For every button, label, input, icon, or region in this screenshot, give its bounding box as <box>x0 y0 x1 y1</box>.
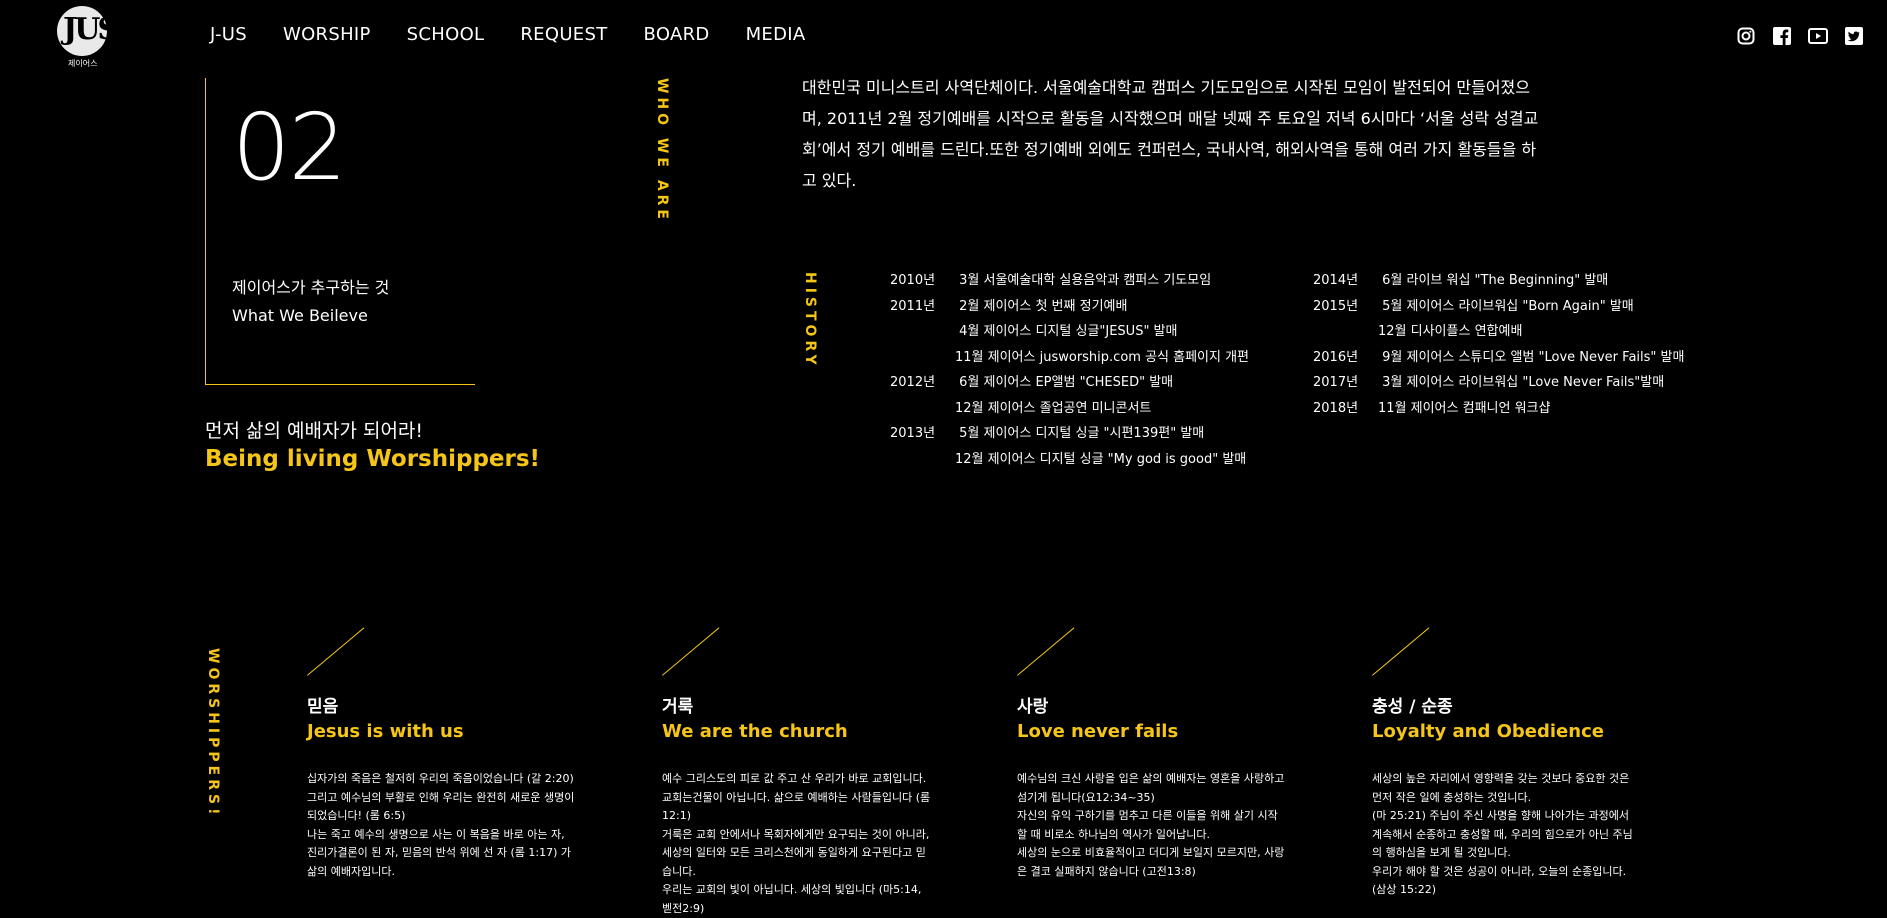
history-year <box>890 396 955 422</box>
pursue-title-en: What We Beileve <box>232 306 368 325</box>
history-event: 6월 라이브 워십 "The Beginning" 발매 <box>1378 273 1609 288</box>
logo-mark: JUS <box>63 12 119 47</box>
history-event: 12월 디사이플스 연합예배 <box>1378 324 1523 339</box>
value-card-loyalty: 충성 / 순종 Loyalty and Obedience 세상의 높은 자리에… <box>1372 628 1642 900</box>
history-event: 11월 제이어스 컴패니언 워크샵 <box>1378 400 1551 416</box>
history-year: 2010년 <box>890 273 936 288</box>
nav-item-school[interactable]: SCHOOL <box>407 24 485 45</box>
slogan-en: Being living Worshippers! <box>205 446 541 472</box>
who-we-are-label: WHO WE ARE <box>654 78 670 223</box>
history-event: 5월 제이어스 디지털 싱글 "시편139편" 발매 <box>955 426 1205 441</box>
slash-decoration <box>307 628 363 676</box>
value-card-holiness: 거룩 We are the church 예수 그리스도의 피로 값 주고 산 … <box>662 628 932 918</box>
history-event: 11월 제이어스 jusworship.com 공식 홈페이지 개편 <box>955 349 1250 365</box>
history-row: 2014년 6월 라이브 워십 "The Beginning" 발매 <box>1313 268 1684 294</box>
value-body: 예수님의 크신 사랑을 입은 삶의 예배자는 영혼을 사랑하고 섬기게 됩니다(… <box>1017 772 1285 878</box>
history-year: 2013년 <box>890 426 936 441</box>
history-event: 6월 제이어스 EP앨범 "CHESED" 발매 <box>955 375 1174 390</box>
value-title-en: Jesus is with us <box>307 721 464 742</box>
instagram-icon[interactable] <box>1735 25 1757 47</box>
history-row: 2010년 3월 서울예술대학 실용음악과 캠퍼스 기도모임 <box>890 268 1249 294</box>
history-year: 2011년 <box>890 298 936 314</box>
history-year <box>1313 319 1378 345</box>
main-nav: J-US WORSHIP SCHOOL REQUEST BOARD MEDIA <box>210 24 841 45</box>
history-year: 2012년 <box>890 375 936 390</box>
history-row: 2018년 11월 제이어스 컴패니언 워크샵 <box>1313 396 1684 422</box>
history-event: 12월 제이어스 디지털 싱글 "My god is good" 발매 <box>955 451 1247 467</box>
history-list-left: 2010년 3월 서울예술대학 실용음악과 캠퍼스 기도모임 2011년 2월 … <box>890 268 1249 472</box>
history-event: 9월 제이어스 스튜디오 앨범 "Love Never Fails" 발매 <box>1378 349 1685 365</box>
nav-item-media[interactable]: MEDIA <box>746 24 806 45</box>
history-list-right: 2014년 6월 라이브 워십 "The Beginning" 발매 2015년… <box>1313 268 1684 421</box>
nav-item-request[interactable]: REQUEST <box>520 24 607 45</box>
history-row: 11월 제이어스 jusworship.com 공식 홈페이지 개편 <box>890 345 1249 371</box>
section-number: 02 <box>232 94 347 201</box>
logo[interactable]: JUS 제이어스 <box>55 6 119 68</box>
value-card-faith: 믿음 Jesus is with us 십자가의 죽음은 철저히 우리의 죽음이… <box>307 628 577 881</box>
social-links <box>1735 25 1865 47</box>
history-event: 5월 제이어스 라이브워십 "Born Again" 발매 <box>1378 298 1634 314</box>
history-event: 4월 제이어스 디지털 싱글"JESUS" 발매 <box>955 324 1178 339</box>
history-row: 2011년 2월 제이어스 첫 번째 정기예배 <box>890 294 1249 320</box>
history-year <box>890 447 955 473</box>
history-label: HISTORY <box>802 272 818 369</box>
history-row: 12월 제이어스 졸업공연 미니콘서트 <box>890 396 1249 422</box>
history-row: 4월 제이어스 디지털 싱글"JESUS" 발매 <box>890 319 1249 345</box>
slash-decoration <box>1372 628 1428 676</box>
value-title-ko: 충성 / 순종 <box>1372 697 1453 717</box>
slogan-ko: 먼저 삶의 예배자가 되어라! <box>205 420 424 442</box>
history-year <box>890 319 955 345</box>
slash-decoration <box>662 628 718 676</box>
history-event: 12월 제이어스 졸업공연 미니콘서트 <box>955 400 1152 416</box>
pursue-title-ko: 제이어스가 추구하는 것 <box>232 278 390 297</box>
history-row: 2012년 6월 제이어스 EP앨범 "CHESED" 발매 <box>890 370 1249 396</box>
history-year: 2015년 <box>1313 298 1359 314</box>
value-card-love: 사랑 Love never fails 예수님의 크신 사랑을 입은 삶의 예배… <box>1017 628 1287 881</box>
twitter-icon[interactable] <box>1843 25 1865 47</box>
value-body: 십자가의 죽음은 철저히 우리의 죽음이었습니다 (갈 2:20) 그리고 예수… <box>307 772 575 878</box>
value-title-ko: 믿음 <box>307 697 339 717</box>
slash-decoration <box>1017 628 1073 676</box>
value-title-ko: 사랑 <box>1017 697 1049 717</box>
history-event: 3월 제이어스 라이브워십 "Love Never Fails"발매 <box>1378 375 1665 390</box>
logo-subtitle: 제이어스 <box>68 59 98 68</box>
value-body: 세상의 높은 자리에서 영향력을 갖는 것보다 중요한 것은 먼저 작은 일에 … <box>1372 772 1633 896</box>
nav-item-board[interactable]: BOARD <box>644 24 710 45</box>
facebook-icon[interactable] <box>1771 25 1793 47</box>
about-text: 대한민국 미니스트리 사역단체이다. 서울예술대학교 캠퍼스 기도모임으로 시작… <box>802 78 1539 190</box>
nav-item-worship[interactable]: WORSHIP <box>283 24 371 45</box>
history-event: 3월 서울예술대학 실용음악과 캠퍼스 기도모임 <box>955 273 1212 288</box>
nav-item-jus[interactable]: J-US <box>210 24 247 45</box>
value-title-ko: 거룩 <box>662 697 694 717</box>
history-row: 12월 디사이플스 연합예배 <box>1313 319 1684 345</box>
history-year: 2014년 <box>1313 273 1359 288</box>
value-title-en: Love never fails <box>1017 721 1179 742</box>
history-row: 2013년 5월 제이어스 디지털 싱글 "시편139편" 발매 <box>890 421 1249 447</box>
value-title-en: We are the church <box>662 721 848 742</box>
value-title-en: Loyalty and Obedience <box>1372 721 1604 742</box>
worshippers-label: WORSHIPPERS! <box>205 648 221 819</box>
value-body: 예수 그리스도의 피로 값 주고 산 우리가 바로 교회입니다. 교회는건물이 … <box>662 772 931 915</box>
youtube-icon[interactable] <box>1807 25 1829 47</box>
history-row: 12월 제이어스 디지털 싱글 "My god is good" 발매 <box>890 447 1249 473</box>
history-year: 2018년 <box>1313 400 1359 416</box>
history-year <box>890 345 955 371</box>
history-row: 2017년 3월 제이어스 라이브워십 "Love Never Fails"발매 <box>1313 370 1684 396</box>
history-event: 2월 제이어스 첫 번째 정기예배 <box>955 298 1128 314</box>
history-year: 2017년 <box>1313 375 1359 390</box>
history-row: 2016년 9월 제이어스 스튜디오 앨범 "Love Never Fails"… <box>1313 345 1684 371</box>
history-row: 2015년 5월 제이어스 라이브워십 "Born Again" 발매 <box>1313 294 1684 320</box>
history-year: 2016년 <box>1313 349 1359 365</box>
